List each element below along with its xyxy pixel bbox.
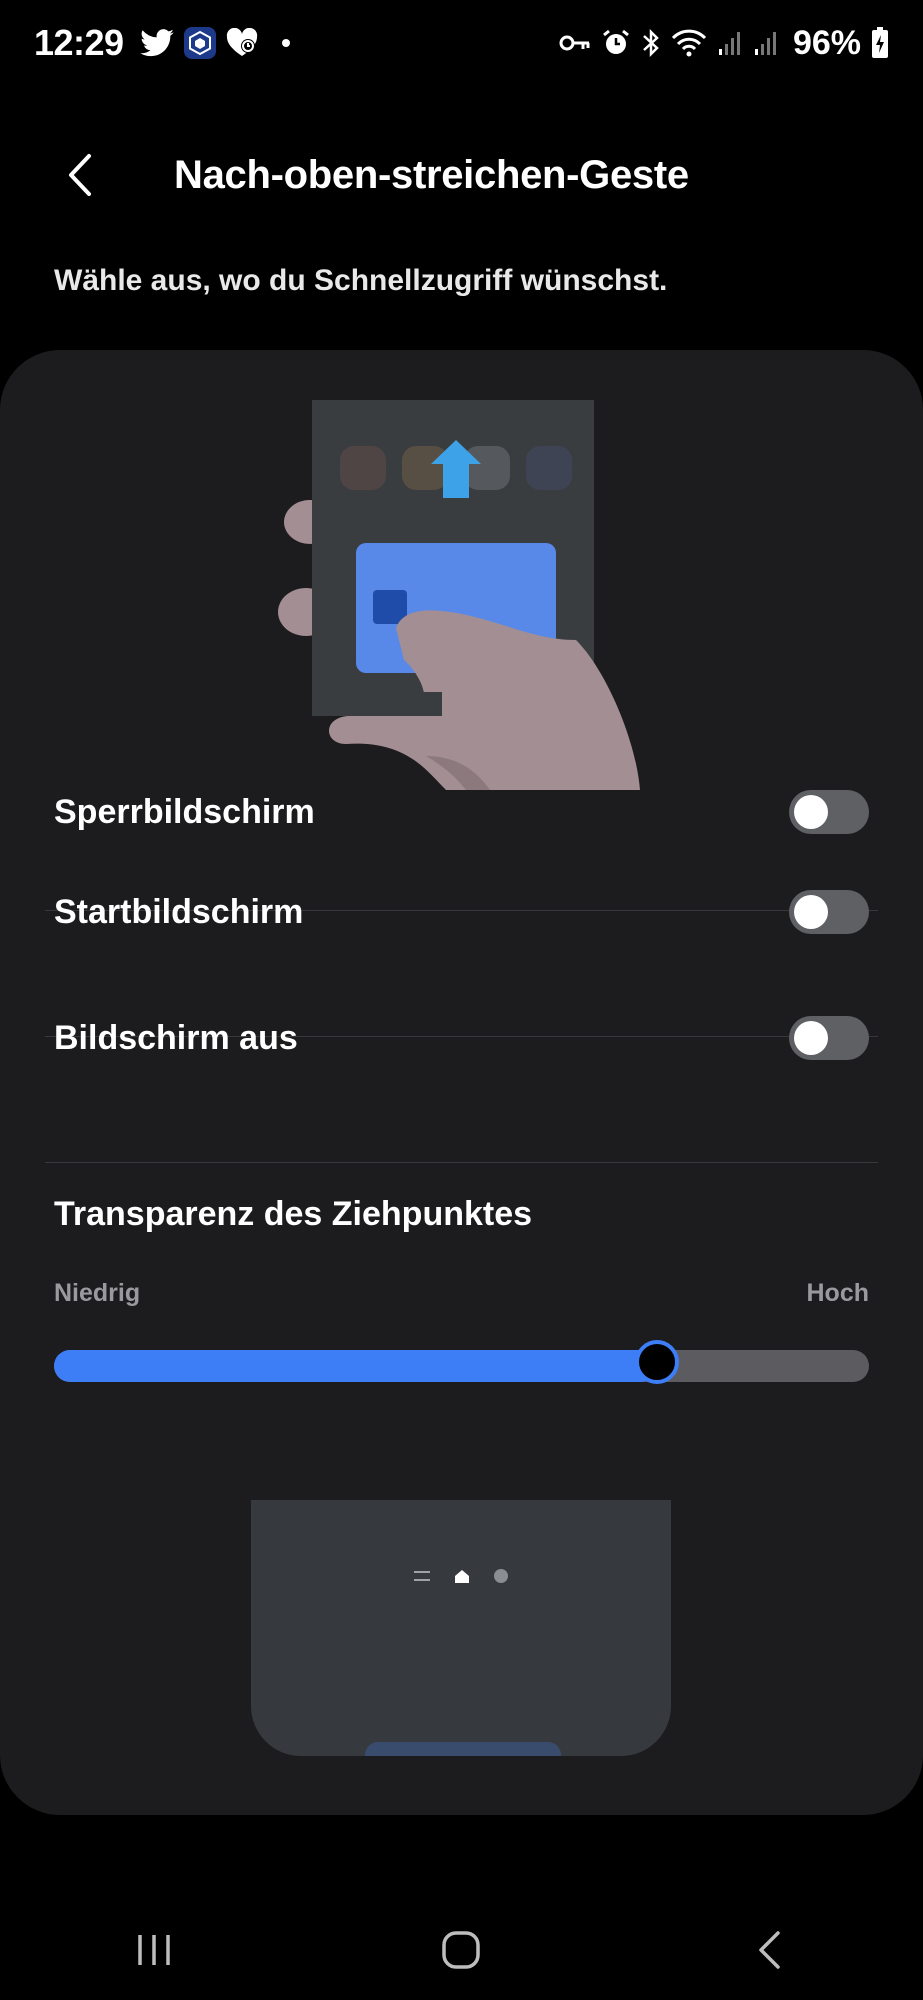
status-time: 12:29 [34, 22, 124, 63]
battery-charging-icon [871, 27, 889, 59]
status-bar: 12:29 96% [0, 0, 923, 86]
swipe-gesture-illustration [276, 400, 676, 790]
homescreen-toggle[interactable] [789, 890, 869, 934]
settings-card: Sperrbildschirm Startbildschirm Bildschi… [0, 350, 923, 1815]
page-title: Nach-oben-streichen-Geste [174, 152, 689, 197]
back-button[interactable] [50, 145, 110, 205]
drag-handle-preview [365, 1742, 561, 1756]
signal-icon [717, 29, 743, 57]
navigation-bar [0, 1900, 923, 2000]
page-subtitle: Wähle aus, wo du Schnellzugriff wünschst… [54, 264, 668, 297]
wifi-icon [671, 29, 707, 57]
slider-thumb[interactable] [635, 1340, 680, 1384]
setting-label-screen-off: Bildschirm aus [54, 1018, 298, 1057]
signal-icon [753, 29, 779, 57]
status-bar-right: 96% [559, 24, 889, 63]
home-page-icon [455, 1570, 469, 1583]
setting-label-homescreen: Startbildschirm [54, 892, 304, 931]
chevron-left-icon [69, 154, 91, 196]
transparency-title: Transparenz des Ziehpunktes [54, 1195, 533, 1233]
home-icon [442, 1931, 481, 1969]
menu-lines-icon [414, 1571, 430, 1581]
setting-row-homescreen[interactable]: Startbildschirm [45, 850, 878, 974]
page-dot [494, 1569, 508, 1583]
setting-label-lockscreen: Sperrbildschirm [54, 792, 315, 831]
crypto-app-icon [183, 27, 216, 59]
back-icon [759, 1931, 780, 1969]
health-app-icon [226, 28, 260, 58]
toggle-knob [794, 795, 828, 829]
slider-fill [54, 1350, 658, 1382]
bluetooth-icon [641, 28, 661, 58]
battery-percent: 96% [792, 23, 861, 62]
screen-off-toggle[interactable] [789, 1016, 869, 1060]
recents-icon [138, 1935, 170, 1965]
nav-back-button[interactable] [729, 1910, 809, 1990]
alarm-icon [601, 28, 631, 58]
divider [45, 1162, 878, 1163]
notification-dot [281, 39, 290, 47]
twitter-icon [139, 29, 174, 57]
status-bar-left: 12:29 [34, 22, 290, 64]
toggle-knob [794, 895, 828, 929]
vpn-key-icon [559, 33, 591, 53]
handle-preview [251, 1500, 671, 1756]
slider-min-label: Niedrig [54, 1279, 141, 1307]
recents-button[interactable] [114, 1910, 194, 1990]
toggle-knob [794, 1021, 828, 1055]
lockscreen-toggle[interactable] [789, 790, 869, 834]
page-indicators [251, 1568, 671, 1584]
setting-row-screen-off[interactable]: Bildschirm aus [45, 976, 878, 1100]
header: Nach-oben-streichen-Geste [0, 130, 923, 220]
transparency-slider[interactable] [54, 1340, 869, 1384]
slider-max-label: Hoch [806, 1279, 870, 1307]
home-button[interactable] [421, 1910, 501, 1990]
